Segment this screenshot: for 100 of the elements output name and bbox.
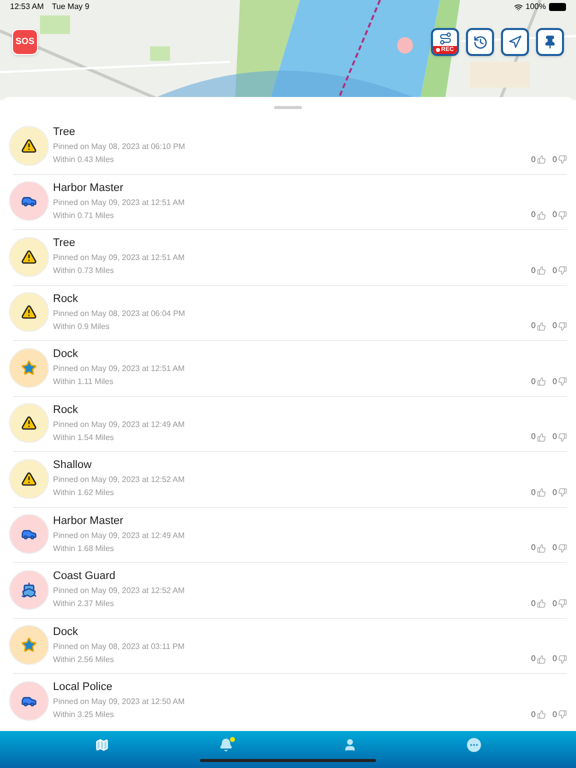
pinned-date: Pinned on May 08, 2023 at 03:11 PM <box>53 640 186 653</box>
pin-title: Shallow <box>53 458 93 474</box>
pinned-date: Pinned on May 09, 2023 at 12:51 AM <box>53 363 186 376</box>
more-tab-icon[interactable] <box>467 738 481 752</box>
bell-tab-icon[interactable] <box>219 738 233 752</box>
pin-list-item[interactable]: Coast Guard Pinned on May 09, 2023 at 12:52 AM Within 2.37 Miles 0 0 <box>0 562 576 618</box>
like-count: 0 <box>531 154 536 166</box>
like-count: 0 <box>531 209 536 221</box>
thumbs-down-icon[interactable] <box>558 599 567 608</box>
sos-button[interactable]: SOS <box>12 29 38 55</box>
thumbs-up-icon[interactable] <box>536 322 546 330</box>
dislike-count: 0 <box>552 320 557 332</box>
thumbs-down-icon[interactable] <box>558 322 567 330</box>
pin-title: Local Police <box>53 680 114 696</box>
navigation-icon <box>508 35 522 49</box>
pin-icon <box>543 35 557 49</box>
pin-title: Dock <box>53 624 80 640</box>
pin-title: Coast Guard <box>53 569 116 584</box>
pin-list-item[interactable]: Harbor Master Pinned on May 09, 2023 at 12:49 AM Within 1.68 Miles 0 0 <box>0 506 576 562</box>
pinned-date: Pinned on May 09, 2023 at 12:50 AM <box>53 696 186 708</box>
pin-button[interactable] <box>536 28 564 56</box>
thumbs-down-icon[interactable] <box>558 488 567 497</box>
pin-distance: Within 0.73 Miles <box>53 265 115 278</box>
thumbs-up-icon[interactable] <box>536 654 546 664</box>
pin-list-item[interactable]: Dock Pinned on May 09, 2023 at 12:51 AM Within 1.11 Miles 0 0 <box>0 340 576 396</box>
dislike-count: 0 <box>552 376 557 388</box>
pinned-date: Pinned on May 09, 2023 at 12:52 AM <box>53 585 186 598</box>
dislike-count: 0 <box>552 542 557 554</box>
history-icon <box>472 34 488 50</box>
warning-icon <box>21 138 37 154</box>
thumbs-down-icon[interactable] <box>558 377 567 386</box>
pinned-date: Pinned on May 09, 2023 at 12:51 AM <box>53 196 186 209</box>
thumbs-down-icon[interactable] <box>558 710 567 719</box>
like-count: 0 <box>531 653 536 665</box>
thumbs-up-icon[interactable] <box>536 155 546 164</box>
pin-list-item[interactable]: Local Police Pinned on May 09, 2023 at 12:50 AM Within 3.25 Miles 0 0 <box>0 673 576 728</box>
thumbs-up-icon[interactable] <box>536 210 546 220</box>
battery-percent: 100% <box>526 1 546 13</box>
pin-title: Tree <box>53 125 76 140</box>
pin-distance: Within 0.9 Miles <box>53 320 110 333</box>
pin-list-item[interactable]: Tree Pinned on May 08, 2023 at 06:10 PM Within 0.43 Miles 0 0 <box>0 118 576 174</box>
like-count: 0 <box>531 542 536 554</box>
thumbs-up-icon[interactable] <box>536 488 546 497</box>
thumbs-up-icon[interactable] <box>536 377 546 386</box>
thumbs-down-icon[interactable] <box>558 544 567 552</box>
like-count: 0 <box>531 264 536 276</box>
pin-distance: Within 1.11 Miles <box>53 376 114 388</box>
history-button[interactable] <box>466 28 494 56</box>
pin-title: Harbor Master <box>53 514 124 529</box>
pin-distance: Within 1.68 Miles <box>53 542 115 555</box>
star-icon <box>21 637 37 654</box>
pin-distance: Within 0.71 Miles <box>53 210 115 222</box>
thumbs-up-icon[interactable] <box>536 266 546 275</box>
pinned-date: Pinned on May 09, 2023 at 12:51 AM <box>53 252 186 264</box>
pin-list-item[interactable]: Rock Pinned on May 08, 2023 at 06:04 PM Within 0.9 Miles 0 0 <box>0 284 576 340</box>
warning-icon <box>21 248 37 265</box>
map-tab-icon[interactable] <box>95 738 109 752</box>
like-count: 0 <box>531 486 536 498</box>
ship-icon <box>21 582 37 598</box>
locate-button[interactable] <box>501 28 529 56</box>
sheet-handle[interactable] <box>274 106 302 109</box>
like-count: 0 <box>531 376 536 388</box>
pin-list-item[interactable]: Shallow Pinned on May 09, 2023 at 12:52 AM Within 1.62 Miles 0 0 <box>0 451 576 506</box>
pin-title: Harbor Master <box>53 180 124 196</box>
like-count: 0 <box>531 598 536 610</box>
dislike-count: 0 <box>552 209 557 221</box>
thumbs-up-icon[interactable] <box>536 599 546 608</box>
warning-icon <box>21 304 37 320</box>
dislike-count: 0 <box>552 653 557 665</box>
pin-title: Rock <box>53 292 80 307</box>
profile-tab-icon[interactable] <box>343 738 357 752</box>
like-count: 0 <box>531 708 536 720</box>
thumbs-down-icon[interactable] <box>558 654 567 664</box>
thumbs-up-icon[interactable] <box>536 432 546 442</box>
dislike-count: 0 <box>552 431 557 443</box>
dislike-count: 0 <box>552 154 557 166</box>
pinned-date: Pinned on May 09, 2023 at 12:49 AM <box>53 418 186 431</box>
dislike-count: 0 <box>552 708 557 720</box>
pin-title: Tree <box>53 236 76 252</box>
pin-distance: Within 2.37 Miles <box>53 598 115 610</box>
thumbs-down-icon[interactable] <box>558 432 567 442</box>
thumbs-down-icon[interactable] <box>558 155 567 164</box>
pin-list-item[interactable]: Dock Pinned on May 08, 2023 at 03:11 PM Within 2.56 Miles 0 0 <box>0 618 576 673</box>
warning-icon <box>21 470 37 487</box>
thumbs-up-icon[interactable] <box>536 710 546 719</box>
pin-list-item[interactable]: Harbor Master Pinned on May 09, 2023 at 12:51 AM Within 0.71 Miles 0 0 <box>0 174 576 229</box>
pin-list-item[interactable]: Rock Pinned on May 09, 2023 at 12:49 AM Within 1.54 Miles 0 0 <box>0 396 576 451</box>
thumbs-down-icon[interactable] <box>558 266 567 275</box>
pinned-date: Pinned on May 09, 2023 at 12:52 AM <box>53 474 186 486</box>
pin-distance: Within 3.25 Miles <box>53 709 115 722</box>
pinned-date: Pinned on May 08, 2023 at 06:10 PM <box>53 141 186 154</box>
thumbs-up-icon[interactable] <box>536 544 546 552</box>
status-time: 12:53 AM <box>10 1 44 13</box>
thumbs-down-icon[interactable] <box>558 210 567 220</box>
route-icon <box>438 32 452 45</box>
star-icon <box>21 360 37 376</box>
dislike-count: 0 <box>552 598 557 610</box>
pin-distance: Within 1.54 Miles <box>53 432 115 444</box>
status-date: Tue May 9 <box>52 1 90 13</box>
pin-list-item[interactable]: Tree Pinned on May 09, 2023 at 12:51 AM Within 0.73 Miles 0 0 <box>0 229 576 284</box>
